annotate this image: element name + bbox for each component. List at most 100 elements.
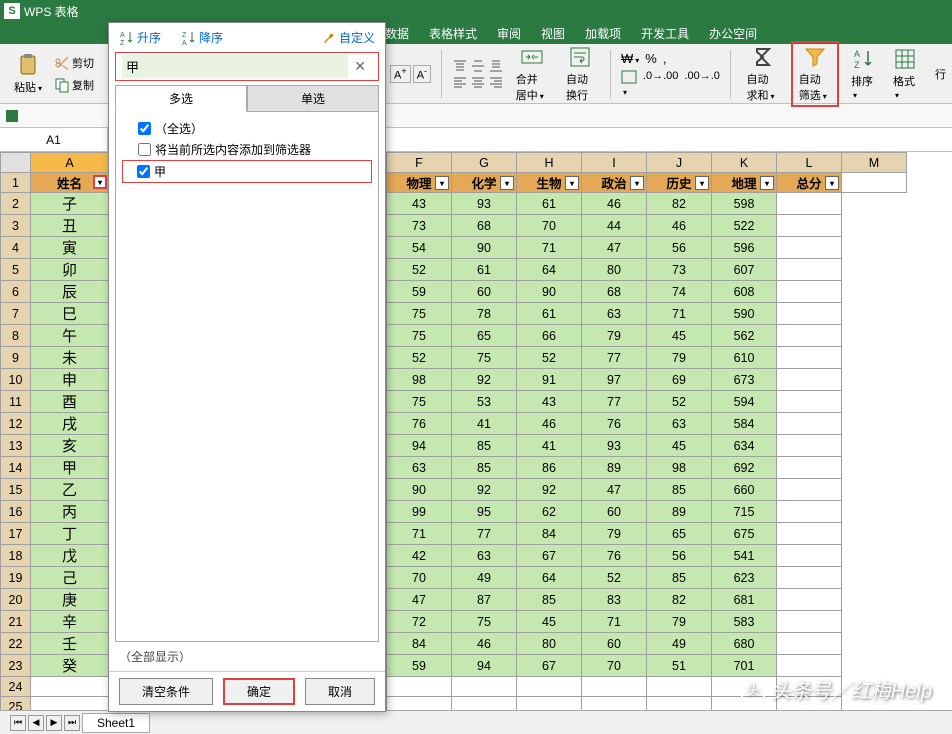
cell[interactable]: 541 xyxy=(712,545,777,567)
cell[interactable]: 66 xyxy=(517,325,582,347)
cell[interactable]: 75 xyxy=(452,611,517,633)
cell[interactable]: 79 xyxy=(647,347,712,369)
autosum-button[interactable]: 自动求和▾ xyxy=(741,43,785,105)
cell[interactable]: 90 xyxy=(387,479,452,501)
cell[interactable]: 午 xyxy=(31,325,109,347)
cell[interactable]: 82 xyxy=(647,589,712,611)
sheet-nav-last[interactable]: ⏭ xyxy=(64,715,80,731)
cell[interactable]: 52 xyxy=(517,347,582,369)
align-middle-button[interactable] xyxy=(470,59,486,73)
cell[interactable]: 73 xyxy=(387,215,452,237)
cell[interactable]: 89 xyxy=(647,501,712,523)
cell[interactable]: 79 xyxy=(647,611,712,633)
cell[interactable]: 701 xyxy=(712,655,777,677)
cell[interactable]: 47 xyxy=(582,237,647,259)
cut-button[interactable]: 剪切 xyxy=(52,53,96,73)
cell[interactable]: 660 xyxy=(712,479,777,501)
filter-values-list[interactable]: （全选） 将当前所选内容添加到筛选器 甲 xyxy=(115,112,379,642)
col-header-M[interactable]: M xyxy=(842,153,907,173)
filter-dropdown-button[interactable]: ▾ xyxy=(825,176,839,190)
cell[interactable] xyxy=(452,697,517,711)
clear-conditions-button[interactable]: 清空条件 xyxy=(119,678,213,705)
menu-view[interactable]: 视图 xyxy=(541,25,565,42)
cell[interactable]: 71 xyxy=(517,237,582,259)
cell[interactable]: 辰 xyxy=(31,281,109,303)
single-select-tab[interactable]: 单选 xyxy=(247,85,379,112)
cell[interactable]: 92 xyxy=(517,479,582,501)
cell[interactable]: 62 xyxy=(517,501,582,523)
cell[interactable]: 49 xyxy=(647,633,712,655)
cell[interactable]: 74 xyxy=(647,281,712,303)
select-all-checkbox[interactable] xyxy=(138,122,151,135)
cell[interactable] xyxy=(777,325,842,347)
cell[interactable]: 85 xyxy=(647,479,712,501)
row-header[interactable]: 2 xyxy=(1,193,31,215)
cell[interactable]: 83 xyxy=(582,589,647,611)
cell[interactable]: 75 xyxy=(387,303,452,325)
col-header-F[interactable]: F xyxy=(387,153,452,173)
cell[interactable] xyxy=(777,567,842,589)
currency-button[interactable]: ₩▾ xyxy=(621,51,639,66)
row-header[interactable]: 1 xyxy=(1,173,31,193)
row-header[interactable]: 25 xyxy=(1,697,31,711)
cell[interactable]: 52 xyxy=(582,567,647,589)
cell[interactable]: 82 xyxy=(647,193,712,215)
clear-search-button[interactable]: ✕ xyxy=(348,58,372,75)
row-header[interactable]: 5 xyxy=(1,259,31,281)
cell[interactable] xyxy=(517,677,582,697)
cell[interactable]: 70 xyxy=(387,567,452,589)
menu-tablestyle[interactable]: 表格样式 xyxy=(429,25,477,42)
filter-search-input[interactable] xyxy=(122,55,348,78)
cell[interactable]: 75 xyxy=(387,391,452,413)
row-header[interactable]: 21 xyxy=(1,611,31,633)
cell[interactable]: 63 xyxy=(387,457,452,479)
cell[interactable] xyxy=(777,303,842,325)
sort-ascending-link[interactable]: AZ 升序 xyxy=(119,29,161,46)
header-cell-total[interactable]: 总分▾ xyxy=(777,173,842,193)
cell[interactable]: 61 xyxy=(517,193,582,215)
item-checkbox[interactable] xyxy=(137,165,150,178)
row-header[interactable]: 13 xyxy=(1,435,31,457)
cell[interactable] xyxy=(777,655,842,677)
cell[interactable]: 93 xyxy=(582,435,647,457)
cell[interactable]: 60 xyxy=(582,633,647,655)
cell[interactable]: 未 xyxy=(31,347,109,369)
cell[interactable]: 98 xyxy=(387,369,452,391)
align-top-button[interactable] xyxy=(452,59,468,73)
cell[interactable]: 594 xyxy=(712,391,777,413)
cell[interactable]: 64 xyxy=(517,567,582,589)
cell[interactable] xyxy=(777,697,842,711)
cell[interactable]: 51 xyxy=(647,655,712,677)
sort-descending-link[interactable]: ZA 降序 xyxy=(181,29,223,46)
row-header[interactable]: 4 xyxy=(1,237,31,259)
cell[interactable]: 84 xyxy=(387,633,452,655)
cell[interactable]: 56 xyxy=(647,237,712,259)
cell[interactable]: 60 xyxy=(452,281,517,303)
row-header[interactable]: 3 xyxy=(1,215,31,237)
cell[interactable]: 584 xyxy=(712,413,777,435)
row-header[interactable]: 7 xyxy=(1,303,31,325)
cell[interactable]: 52 xyxy=(387,347,452,369)
filter-dropdown-button[interactable]: ▾ xyxy=(93,175,107,189)
cell[interactable] xyxy=(842,173,907,193)
cell[interactable]: 45 xyxy=(647,435,712,457)
cell[interactable]: 丑 xyxy=(31,215,109,237)
col-header-K[interactable]: K xyxy=(712,153,777,173)
cell[interactable]: 89 xyxy=(582,457,647,479)
cell[interactable] xyxy=(777,523,842,545)
cell[interactable]: 戊 xyxy=(31,545,109,567)
cell[interactable] xyxy=(777,259,842,281)
row-button[interactable]: 行 xyxy=(929,64,952,84)
cell[interactable]: 76 xyxy=(582,413,647,435)
header-cell-physics[interactable]: 物理▾ xyxy=(387,173,452,193)
cell[interactable]: 43 xyxy=(517,391,582,413)
cell[interactable] xyxy=(777,347,842,369)
sheet-nav-prev[interactable]: ◀ xyxy=(28,715,44,731)
menu-addons[interactable]: 加载项 xyxy=(585,25,621,42)
col-header-L[interactable]: L xyxy=(777,153,842,173)
row-header[interactable]: 14 xyxy=(1,457,31,479)
autofilter-button[interactable]: 自动筛选▾ xyxy=(791,41,839,107)
cell[interactable]: 65 xyxy=(647,523,712,545)
cell[interactable]: 47 xyxy=(582,479,647,501)
cell[interactable]: 45 xyxy=(647,325,712,347)
